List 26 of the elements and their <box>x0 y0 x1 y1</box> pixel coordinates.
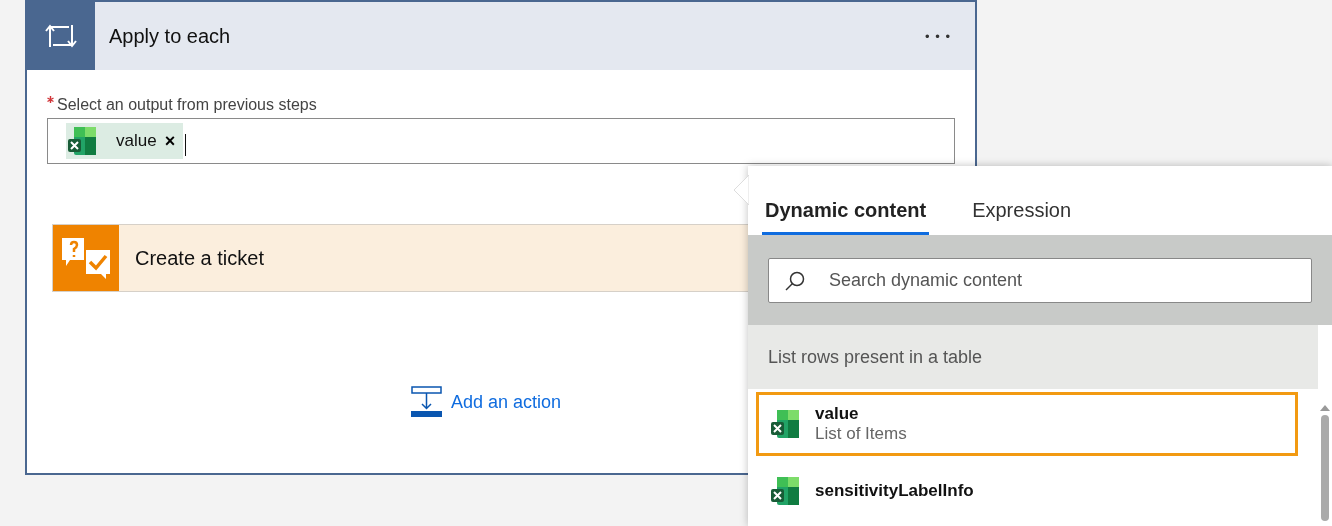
text-cursor <box>185 134 187 156</box>
scroll-up-icon[interactable] <box>1320 405 1330 411</box>
chat-check-icon <box>60 236 112 280</box>
content-item[interactable]: value List of Items <box>756 392 1298 456</box>
more-button[interactable]: • • • <box>919 27 957 45</box>
remove-button[interactable]: × <box>164 130 176 152</box>
action-title: Create a ticket <box>135 246 264 270</box>
spreadsheet-icon <box>769 408 801 440</box>
loop-icon <box>45 23 77 49</box>
item-name: value <box>815 404 860 424</box>
card-title: Apply to each <box>109 24 232 48</box>
search-field[interactable]: Search dynamic content <box>768 257 1312 303</box>
content-item[interactable]: sensitivityLabelInfo <box>756 459 1298 523</box>
item-name: sensitivityLabelInfo <box>815 481 974 501</box>
panel-tab[interactable]: Expression <box>969 166 1075 235</box>
token-label: value <box>116 131 157 151</box>
field-label: Select an output from previous steps <box>57 96 317 114</box>
spreadsheet-icon <box>66 125 98 157</box>
search-icon <box>784 269 806 292</box>
group-header: List rows present in a table <box>748 325 1318 389</box>
item-description: List of Items <box>815 424 907 444</box>
spreadsheet-icon <box>769 475 801 507</box>
action-card[interactable]: Create a ticket <box>52 224 750 292</box>
output-field[interactable]: value × <box>47 118 955 164</box>
insert-step-icon <box>410 386 443 418</box>
add-action-link[interactable]: Add an action <box>410 386 562 418</box>
